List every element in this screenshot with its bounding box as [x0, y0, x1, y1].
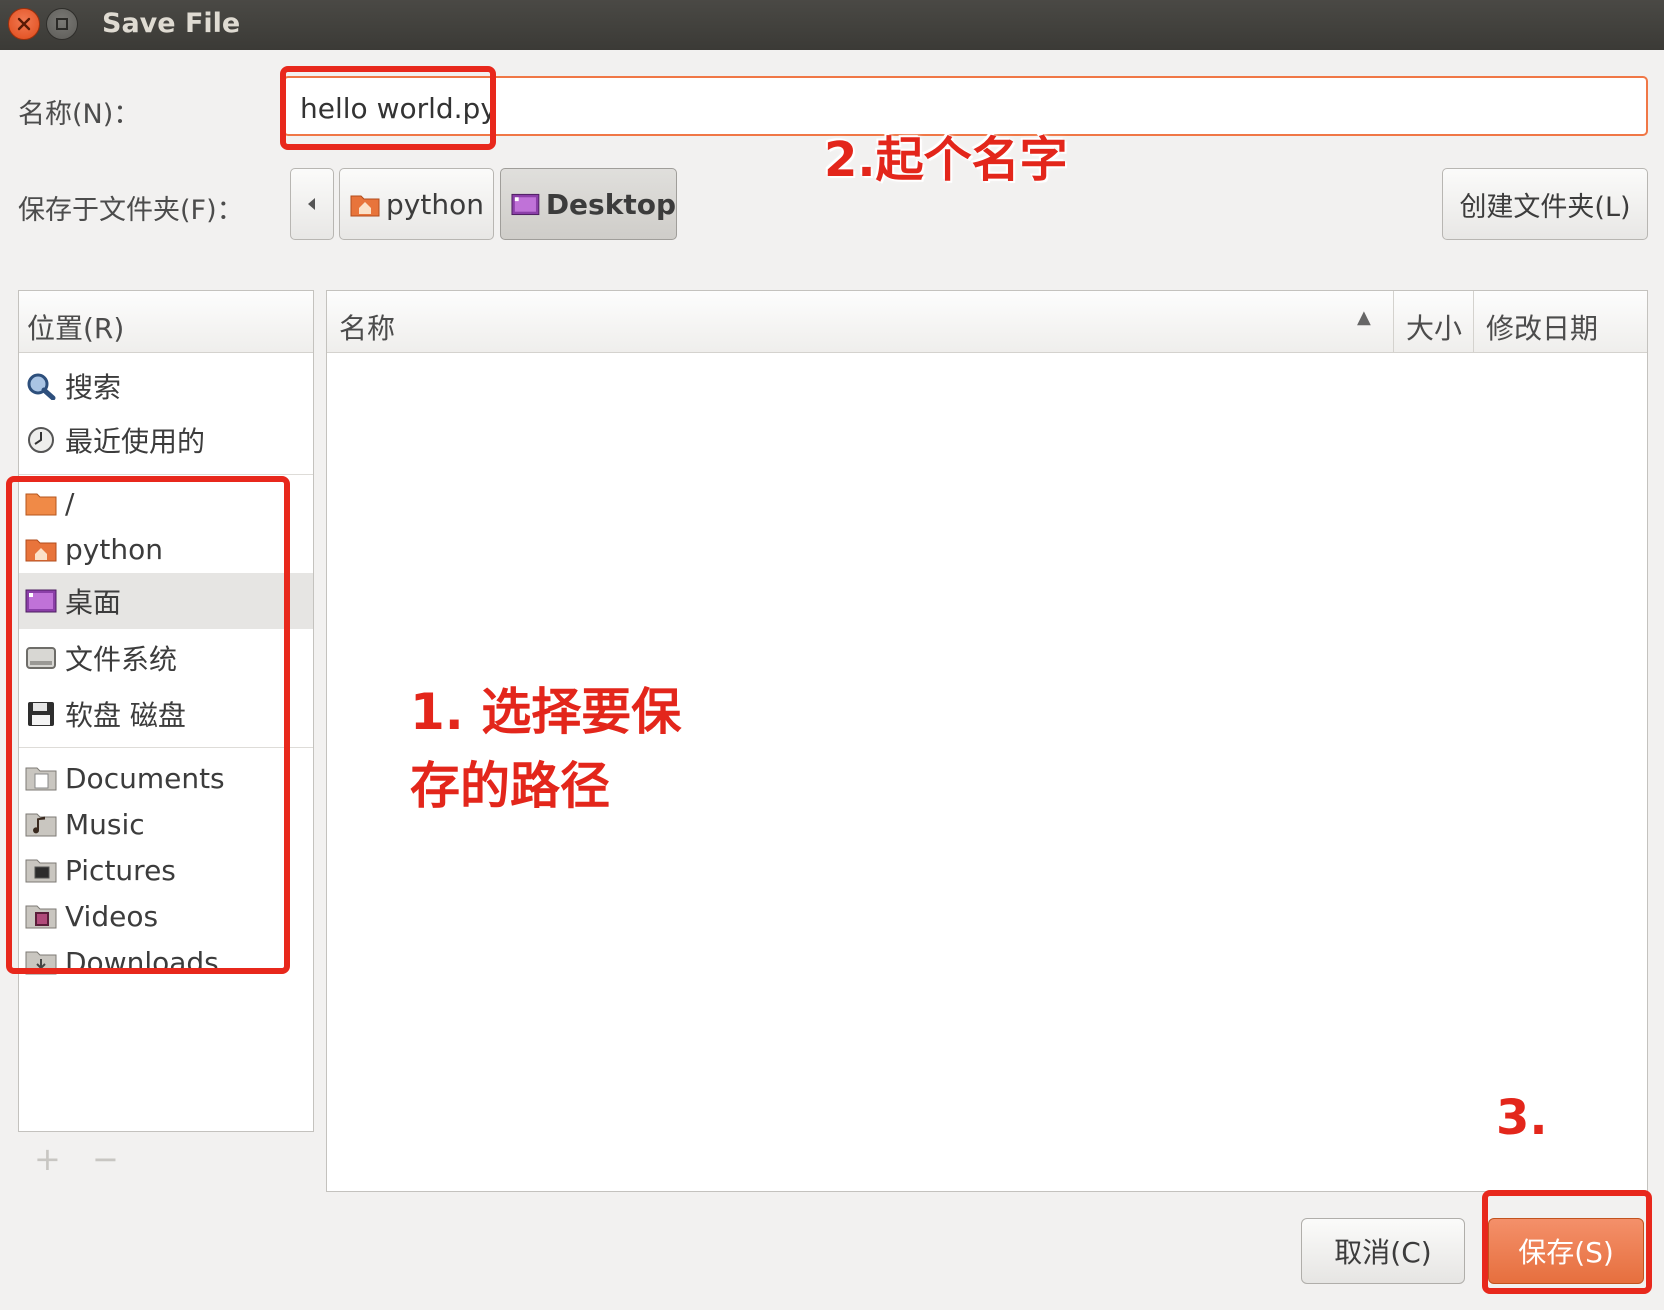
place-label: 搜索 — [65, 371, 122, 404]
place-recent[interactable]: 最近使用的 — [19, 413, 313, 467]
remove-place-button[interactable]: − — [92, 1140, 119, 1178]
window-title: Save File — [102, 8, 241, 39]
path-crumb-label: Desktop — [545, 187, 676, 221]
place-search[interactable]: 搜索 — [19, 359, 313, 413]
places-header: 位置(R) — [19, 291, 313, 353]
path-crumb-python[interactable]: python — [339, 168, 494, 240]
place-label: 最近使用的 — [65, 425, 206, 458]
name-label: 名称(N)： — [18, 99, 141, 130]
recent-icon — [28, 427, 54, 453]
maximize-window-button[interactable] — [46, 8, 78, 40]
folder-label: 保存于文件夹(F)： — [18, 195, 244, 226]
close-window-button[interactable] — [8, 8, 40, 40]
annotation-step3: 3. — [1496, 1090, 1548, 1146]
search-icon — [27, 373, 56, 400]
path-crumb-label: python — [386, 187, 484, 221]
desktop-icon — [511, 193, 540, 216]
annotation-box-places — [6, 476, 290, 974]
home-folder-icon — [350, 195, 380, 217]
create-folder-button[interactable]: 创建文件夹(L) — [1442, 168, 1648, 240]
add-place-button[interactable]: + — [34, 1140, 61, 1178]
title-bar — [0, 0, 1664, 50]
path-back-button[interactable] — [290, 168, 334, 240]
sort-ascending-icon: ▲ — [1357, 307, 1371, 328]
annotation-box-save — [1482, 1190, 1652, 1294]
column-modified[interactable]: 修改日期 — [1474, 291, 1610, 353]
annotation-box-filename — [280, 66, 496, 150]
close-icon — [17, 17, 31, 31]
cancel-button[interactable]: 取消(C) — [1301, 1218, 1465, 1284]
file-list-header: 名称 ▲ 大小 修改日期 — [327, 291, 1647, 353]
path-crumb-desktop[interactable]: Desktop — [500, 168, 677, 240]
annotation-step1-line2: 存的路径 — [410, 757, 610, 815]
annotation-step1-line1: 1. 选择要保 — [410, 683, 682, 741]
annotation-step2: 2.起个名字 — [824, 132, 1068, 188]
arrow-left-icon — [308, 198, 315, 210]
places-separator — [19, 474, 313, 475]
maximize-icon — [56, 18, 68, 30]
column-name[interactable]: 名称 — [327, 291, 407, 353]
column-size[interactable]: 大小 — [1394, 291, 1474, 353]
